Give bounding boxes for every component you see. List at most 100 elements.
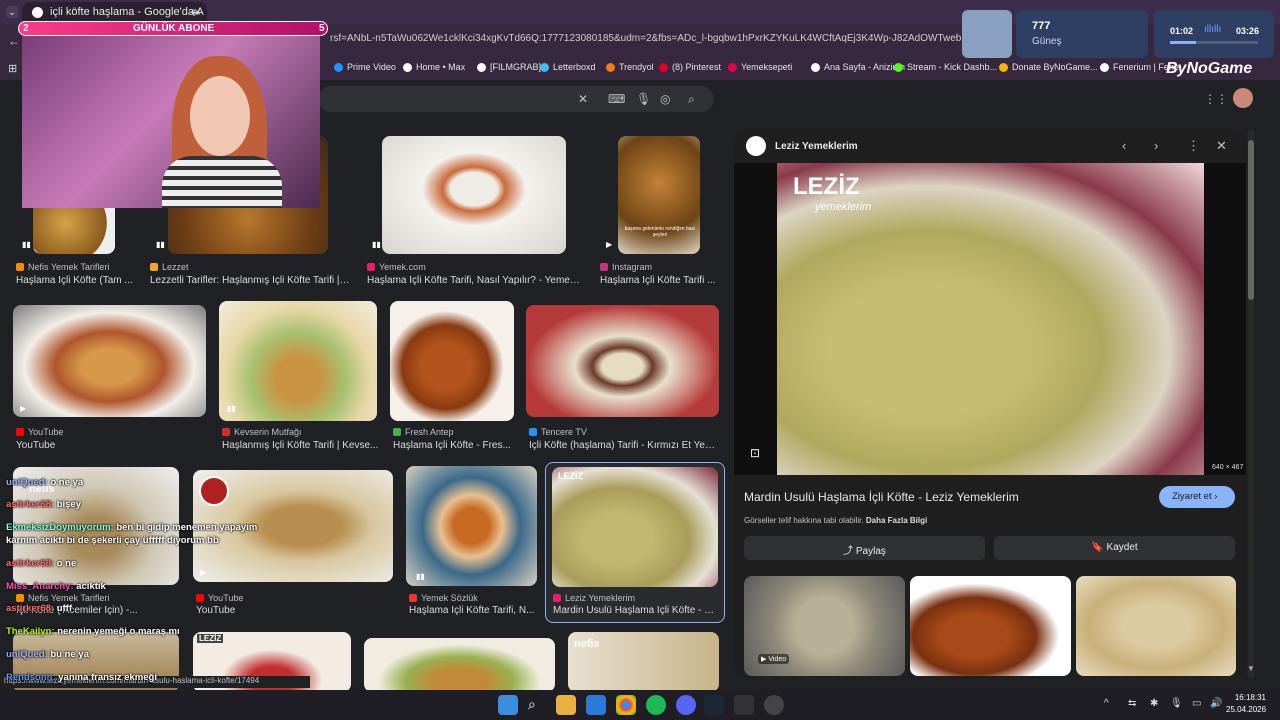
mic-tray-icon[interactable]: 🎙 xyxy=(1170,698,1183,709)
result-source[interactable]: Fresh Antep xyxy=(393,427,454,437)
bookmark-favicon-icon xyxy=(728,62,737,72)
bookmark-item[interactable]: Home • Max xyxy=(403,62,465,72)
bookmark-item[interactable]: Trendyol xyxy=(606,62,654,72)
result-image[interactable]: nefis xyxy=(568,632,719,690)
monitor-icon[interactable]: ▭ xyxy=(1192,698,1201,709)
result-title[interactable]: Haşlanmış İçli Köfte Tarifi | Kevse... xyxy=(222,440,382,451)
steam-icon[interactable] xyxy=(704,695,724,715)
result-image[interactable] xyxy=(526,305,719,417)
result-title[interactable]: YouTube xyxy=(16,440,196,451)
result-source[interactable]: Lezzet xyxy=(150,262,189,272)
lens-icon[interactable]: ◎ xyxy=(660,92,670,106)
start-icon[interactable] xyxy=(498,695,518,715)
related-image[interactable]: ▶ Video xyxy=(744,576,905,676)
chrome-icon[interactable] xyxy=(616,695,636,715)
clear-icon[interactable]: ✕ xyxy=(578,92,588,106)
bookmark-item[interactable]: Stream - Kick Dashb... xyxy=(894,62,997,72)
epic-games-icon[interactable] xyxy=(734,695,754,715)
back-icon[interactable]: ← xyxy=(8,34,20,48)
tray-overflow-icon[interactable]: ^ xyxy=(1104,698,1109,709)
result-image[interactable] xyxy=(13,305,206,417)
next-icon[interactable]: › xyxy=(1154,138,1158,153)
volume-icon[interactable]: 🔊 xyxy=(1210,698,1222,709)
tab-title: içli köfte haşlama - Google'da A xyxy=(50,6,204,18)
result-image[interactable] xyxy=(390,301,514,421)
result-source[interactable]: Yemek.com xyxy=(367,262,426,272)
result-image[interactable] xyxy=(219,301,377,421)
apps-icon[interactable]: ⊞ xyxy=(8,62,17,75)
result-title[interactable]: Haşlama İçli Köfte Tarifi ... xyxy=(600,275,720,286)
clock-time[interactable]: 16:18:31 xyxy=(1232,693,1266,702)
search-taskbar-icon[interactable]: ⌕ xyxy=(528,696,536,713)
weather-temp: 777 xyxy=(1032,20,1051,32)
network-icon[interactable]: ⇆ xyxy=(1128,698,1136,709)
image-size: 640 × 467 xyxy=(1212,464,1244,471)
result-title[interactable]: Haşlama İçli Köfte - Fres... xyxy=(393,440,517,451)
related-image[interactable] xyxy=(910,576,1071,676)
scroll-down-icon[interactable]: ▼ xyxy=(1247,664,1255,673)
avatar[interactable] xyxy=(1233,88,1253,108)
result-title[interactable]: Haşlama İçli Köfte Tarifi, Nasıl Yapılır… xyxy=(367,275,582,286)
lens-search-icon[interactable]: ⊡ xyxy=(750,446,760,460)
result-source[interactable]: Kevserin Mutfağı xyxy=(222,427,302,437)
result-title[interactable]: Lezzetli Tarifler: Haşlanmış İçli Köfte … xyxy=(150,275,350,286)
new-tab-icon[interactable]: + xyxy=(190,4,198,20)
bookmark-item[interactable]: Prime Video xyxy=(334,62,396,72)
mic-icon[interactable]: 🎙 xyxy=(636,92,651,106)
bookmark-item[interactable]: Letterboxd xyxy=(540,62,596,72)
result-source[interactable]: YouTube xyxy=(16,427,63,437)
bookmark-item[interactable]: Yemeksepeti xyxy=(728,62,792,72)
more-options-icon[interactable]: ⋮ xyxy=(1187,138,1200,154)
bluetooth-icon[interactable]: ✱ xyxy=(1150,698,1158,709)
result-source[interactable]: Nefis Yemek Tarifleri xyxy=(16,262,109,272)
result-source[interactable]: Instagram xyxy=(600,262,652,272)
file-explorer-icon[interactable] xyxy=(556,695,576,715)
bookmark-item[interactable]: [FILMGRAB] xyxy=(477,62,541,72)
share-button[interactable]: ⤴ Paylaş xyxy=(744,536,985,560)
result-title[interactable]: Mardin Usulü Haşlama İçli Köfte - L... xyxy=(553,605,718,616)
result-image[interactable] xyxy=(406,466,537,586)
search-icon[interactable]: ⌕ xyxy=(688,92,695,107)
result-source[interactable]: Yemek Sözlük xyxy=(409,593,478,603)
result-title[interactable]: YouTube xyxy=(196,605,316,616)
result-title[interactable]: Haşlama İçli Köfte (Tam ... xyxy=(16,275,134,286)
result-source[interactable]: Tencere TV xyxy=(529,427,587,437)
photos-icon[interactable] xyxy=(586,695,606,715)
visit-button[interactable]: Ziyaret et › xyxy=(1159,486,1235,508)
result-title[interactable]: Haşlama İçli Köfte Tarifi, N... xyxy=(409,605,537,616)
bookmark-favicon-icon xyxy=(894,62,903,72)
chat-message: karnım acıktı bi de şekerli çay üfffff d… xyxy=(6,535,219,546)
spotify-icon[interactable] xyxy=(646,695,666,715)
close-icon[interactable]: ✕ xyxy=(1216,138,1227,154)
discord-icon[interactable] xyxy=(676,695,696,715)
preview-image[interactable]: LEZİZ yemeklerim xyxy=(777,163,1204,475)
result-title[interactable]: İçli Köfte (haşlama) Tarifi - Kırmızı Et… xyxy=(529,440,719,451)
site-logo xyxy=(746,136,766,156)
google-apps-icon[interactable]: ⋮⋮ xyxy=(1204,92,1228,106)
search-input[interactable] xyxy=(318,86,714,112)
panel-title[interactable]: Mardin Usulü Haşlama İçli Köfte - Leziz … xyxy=(744,490,1019,504)
obs-icon[interactable] xyxy=(764,695,784,715)
result-image[interactable] xyxy=(364,638,555,690)
tab-search-icon[interactable]: ⌄ xyxy=(6,6,18,18)
clock-date[interactable]: 25.04.2026 xyxy=(1226,705,1266,714)
result-image[interactable] xyxy=(382,136,566,254)
save-button[interactable]: 🔖 Kaydet xyxy=(994,536,1235,560)
more-info-link[interactable]: Daha Fazla Bilgi xyxy=(866,516,927,525)
address-bar[interactable]: rsf=ANbL-n5TaWu062We1cklKci34xgKvTd66Q:1… xyxy=(330,33,970,44)
bookmark-item[interactable]: Donate ByNoGame... xyxy=(999,62,1098,72)
keyboard-icon[interactable]: ⌨ xyxy=(608,92,625,106)
scrollbar[interactable] xyxy=(1248,130,1254,678)
result-image[interactable]: LEZİZ xyxy=(552,467,718,587)
scrollbar-thumb[interactable] xyxy=(1248,140,1254,300)
site-name[interactable]: Leziz Yemeklerim xyxy=(775,141,858,152)
result-source[interactable]: Leziz Yemeklerim xyxy=(553,593,635,603)
previous-icon[interactable]: ‹ xyxy=(1122,138,1126,153)
chat-username: Rendsonn: xyxy=(6,672,56,683)
bookmark-item[interactable]: (8) Pinterest xyxy=(659,62,721,72)
bookmark-item[interactable]: Ana Sayfa - Anizium xyxy=(811,62,905,72)
related-image[interactable] xyxy=(1076,576,1236,676)
result-source[interactable]: YouTube xyxy=(196,593,243,603)
result-image[interactable]: başıma gelenlerle rendiğim bazı şeyleri xyxy=(618,136,700,254)
result-source[interactable]: Nefis Yemek Tarifleri xyxy=(16,593,109,603)
